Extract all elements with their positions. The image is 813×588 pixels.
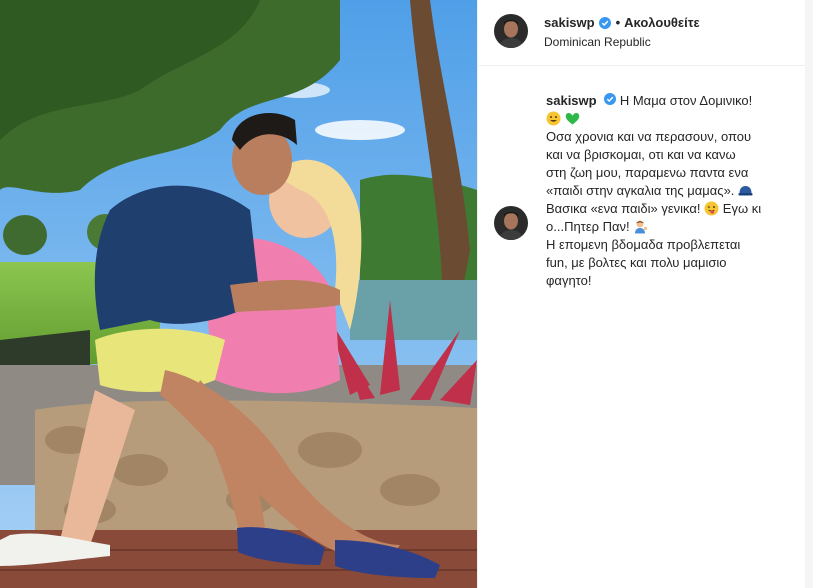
caption-line-9: fun, με βολτες και πολυ μαμισιο [546, 255, 727, 270]
person-tipping-hand-icon [633, 219, 648, 234]
caption-line-1: Οσα χρονια και να περασουν, οπου [546, 129, 752, 144]
author-username[interactable]: sakiswp [544, 14, 595, 31]
caption-author-avatar[interactable] [494, 206, 528, 240]
caption-line-2: και να βρισκομαι, οτι και να κανω [546, 147, 736, 162]
caption-verified-badge-icon [604, 93, 617, 105]
caption-line-3: στη ζωη μου, παραμενω παντα ενα [546, 165, 749, 180]
username-row: sakiswp • Ακολουθείτε [544, 14, 700, 31]
post-details-panel: sakiswp • Ακολουθείτε Dominican Republic… [477, 0, 813, 588]
author-avatar[interactable] [494, 14, 528, 48]
caption-title: Η Μαμα στον Δομινικο! [619, 93, 753, 108]
post-header: sakiswp • Ακολουθείτε Dominican Republic [478, 0, 813, 66]
caption-line-4: «παιδι στην αγκαλια της μαμας». [546, 183, 735, 198]
blue-cap-icon [738, 183, 753, 198]
post-caption: sakiswp Η Μαμα στον Δομινικο! Οσα χρονια… [546, 92, 762, 290]
caption-line-6: Εγω κι [722, 201, 762, 216]
caption-avatar-image [494, 206, 528, 240]
caption-line-8: Η επομενη βδομαδα προβλεπεται [546, 237, 741, 252]
caption-line-5: Βασικα «ενα παιδι» γενικα! [546, 201, 701, 216]
caption-line-10: φαγητο! [546, 273, 592, 288]
grinning-face-icon [546, 111, 561, 126]
green-heart-icon [565, 111, 580, 126]
header-text: sakiswp • Ακολουθείτε Dominican Republic [544, 14, 700, 49]
caption-first-line: sakiswp Η Μαμα στον Δομινικο! [546, 92, 762, 110]
verified-badge-icon [598, 16, 611, 29]
author-avatar-image [494, 14, 528, 48]
following-button[interactable]: Ακολουθείτε [624, 14, 700, 31]
scrollbar[interactable] [805, 0, 813, 588]
post-location[interactable]: Dominican Republic [544, 35, 700, 49]
caption-line-5-wrap: Βασικα «ενα παιδι» γενικα! Εγω κι [546, 200, 762, 218]
caption-line-4-wrap: «παιδι στην αγκαλια της μαμας». [546, 182, 762, 200]
winking-tongue-face-icon [704, 201, 719, 216]
caption-line-7-wrap: ο...Πητερ Παν! [546, 218, 762, 236]
caption-emoji-row [546, 110, 762, 128]
post-photo[interactable] [0, 0, 477, 588]
caption-username[interactable]: sakiswp [546, 93, 597, 108]
separator-dot: • [615, 15, 621, 30]
caption-line-7: ο...Πητερ Παν! [546, 219, 630, 234]
